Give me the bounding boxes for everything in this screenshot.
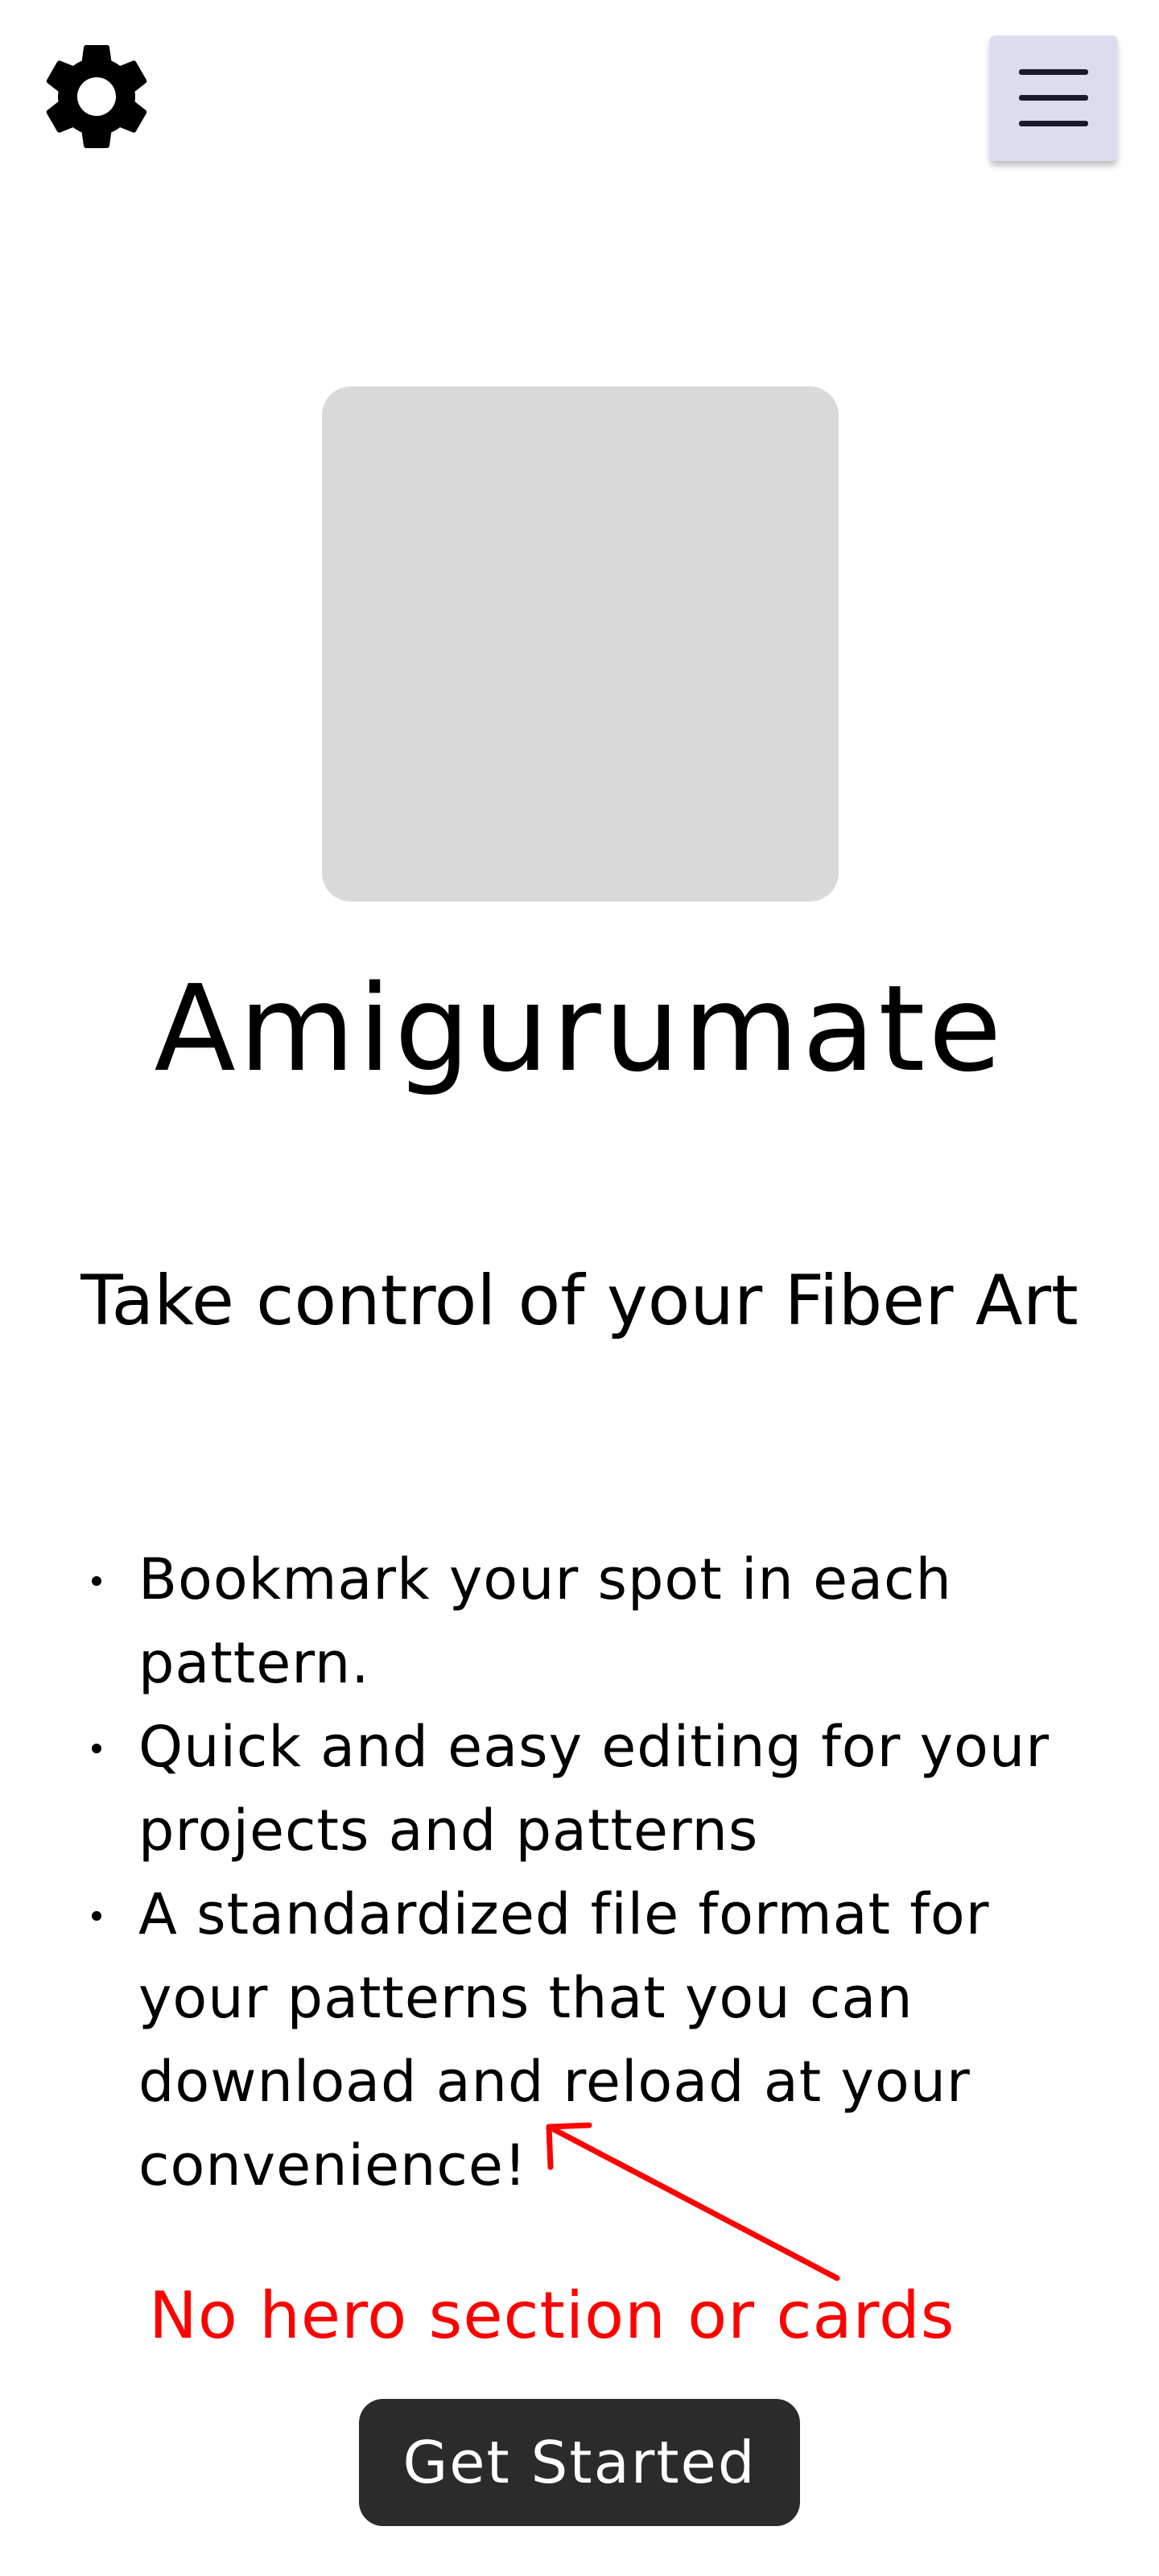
settings-button[interactable] xyxy=(32,32,161,161)
feature-list: Bookmark your spot in each pattern. Quic… xyxy=(92,1538,1064,2207)
hamburger-menu-icon xyxy=(1019,69,1088,126)
gear-icon xyxy=(46,44,147,148)
annotation-arrow xyxy=(546,2122,840,2281)
app-title: Amigurumate xyxy=(154,960,1005,1098)
menu-button[interactable] xyxy=(990,35,1117,161)
annotation-note: No hero section or cards xyxy=(149,2278,955,2353)
tagline: Take control of your Fiber Art xyxy=(80,1261,1079,1341)
feature-item-bookmark: Bookmark your spot in each pattern. xyxy=(92,1538,1064,1705)
get-started-button[interactable]: Get Started xyxy=(359,2399,800,2526)
feature-item-editing: Quick and easy editing for your projects… xyxy=(92,1705,1064,1872)
logo-placeholder xyxy=(322,386,839,902)
